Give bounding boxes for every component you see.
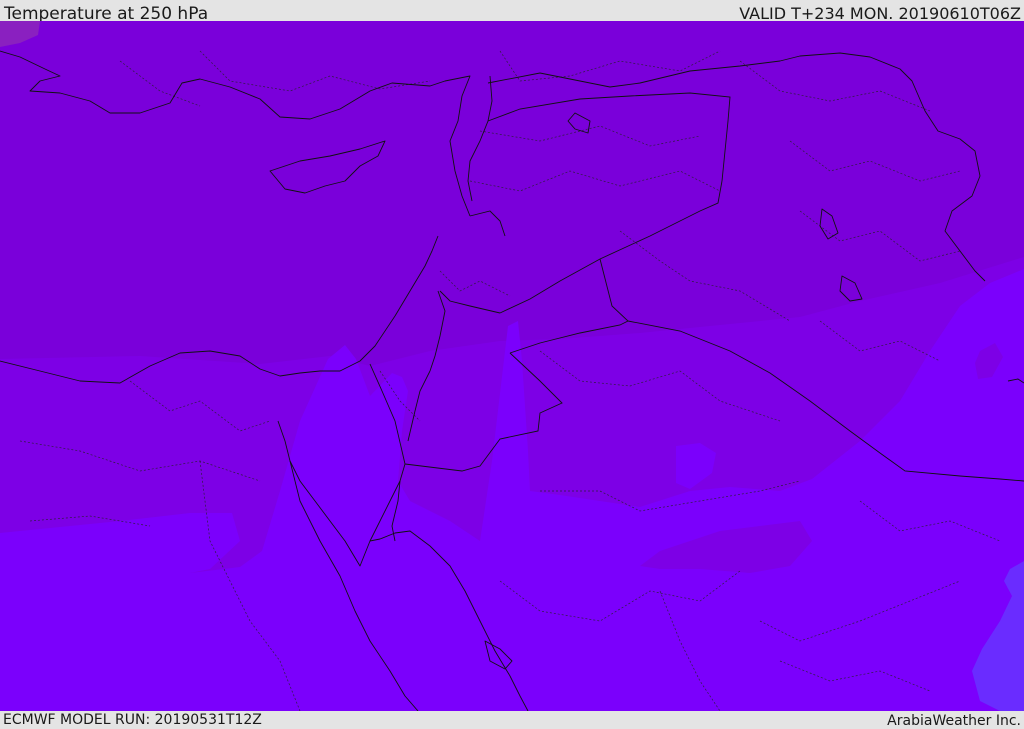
footer-bar: ECMWF MODEL RUN: 20190531T12Z ArabiaWeat… [0, 711, 1024, 729]
map-canvas [0, 21, 1024, 711]
temperature-map [0, 21, 1024, 711]
map-frame: Temperature at 250 hPa VALID T+234 MON. … [0, 0, 1024, 729]
provider-credit: ArabiaWeather Inc. [887, 713, 1021, 729]
header-bar: Temperature at 250 hPa VALID T+234 MON. … [0, 0, 1024, 24]
model-run-label: ECMWF MODEL RUN: 20190531T12Z [3, 712, 262, 728]
